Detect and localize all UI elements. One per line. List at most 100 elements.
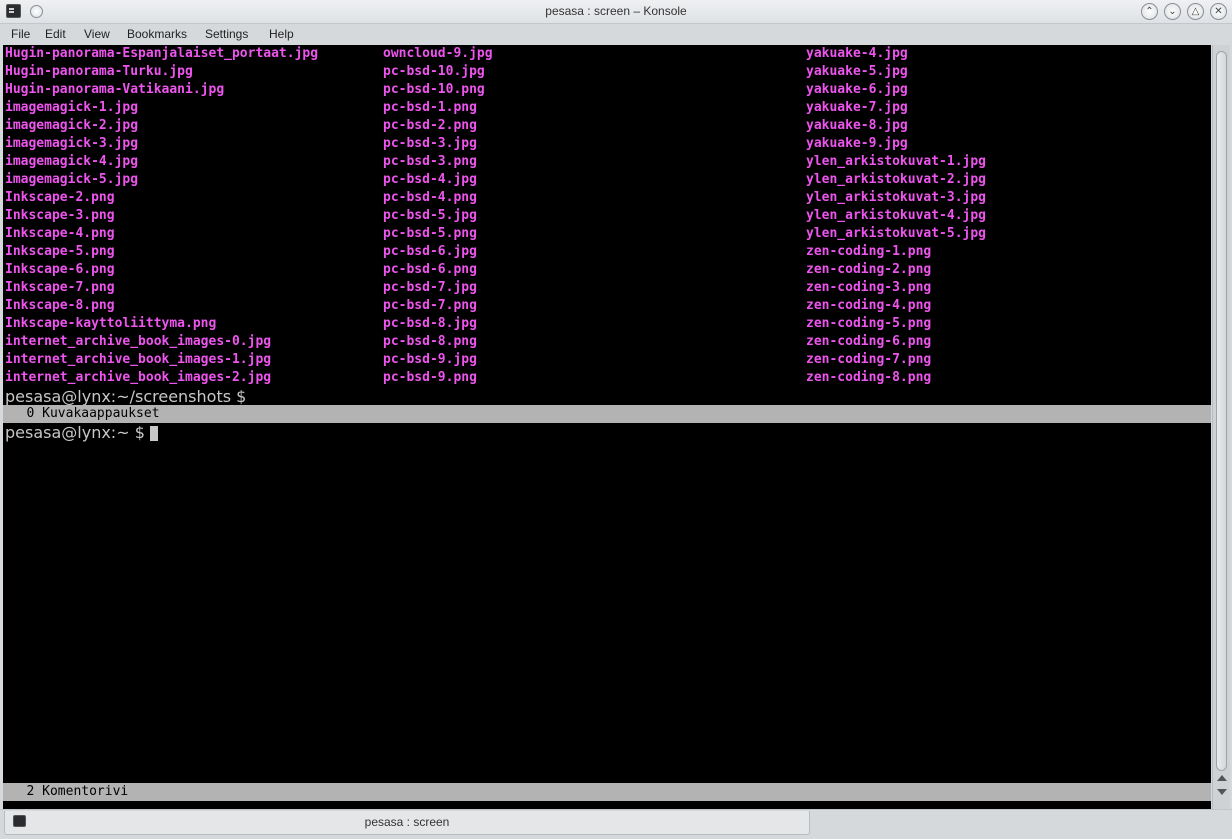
file-name: Inkscape-7.png xyxy=(5,280,115,295)
file-name: zen-coding-2.png xyxy=(806,262,932,277)
file-row: imagemagick-2.jpg pc-bsd-2.png yakuake-8.j… xyxy=(5,117,1211,135)
file-name: pc-bsd-3.png xyxy=(383,154,477,169)
menu-bookmarks[interactable]: Bookmarks xyxy=(127,27,187,41)
file-name: Inkscape-5.png xyxy=(5,244,115,259)
file-name: yakuake-9.jpg xyxy=(806,136,908,151)
file-name: pc-bsd-6.png xyxy=(383,262,477,277)
terminal-scrollbar[interactable] xyxy=(1212,45,1230,809)
file-name: pc-bsd-4.jpg xyxy=(383,172,477,187)
file-row: imagemagick-1.jpg pc-bsd-1.png yakuake-7.j… xyxy=(5,99,1211,117)
file-name: yakuake-6.jpg xyxy=(806,82,908,97)
prompt-home: pesasa@lynx:~ $ xyxy=(5,423,150,442)
file-row: Hugin-panorama-Espanjalaiset_portaat.jpg… xyxy=(5,45,1211,63)
menu-help[interactable]: Help xyxy=(269,27,294,41)
file-name: pc-bsd-3.jpg xyxy=(383,136,477,151)
window-title: pesasa : screen – Konsole xyxy=(545,4,687,18)
file-name: Hugin-panorama-Vatikaani.jpg xyxy=(5,82,225,97)
file-row: internet_archive_book_images-1.jpg pc-bsd… xyxy=(5,351,1211,369)
file-name: Inkscape-8.png xyxy=(5,298,115,313)
file-name: zen-coding-4.png xyxy=(806,298,932,313)
file-name: yakuake-5.jpg xyxy=(806,64,908,79)
menu-view[interactable]: View xyxy=(84,27,110,41)
file-name: pc-bsd-5.png xyxy=(383,226,477,241)
maximize-icon[interactable]: △ xyxy=(1187,3,1204,20)
menu-edit[interactable]: Edit xyxy=(45,27,66,41)
file-name: imagemagick-3.jpg xyxy=(5,136,139,151)
file-row: Inkscape-2.png pc-bsd-4.png ylen_arkistoku… xyxy=(5,189,1211,207)
scroll-down-icon[interactable] xyxy=(1217,789,1227,795)
menu-file[interactable]: File xyxy=(11,27,30,41)
file-row: Inkscape-4.png pc-bsd-5.png ylen_arkistoku… xyxy=(5,225,1211,243)
screen-window-bar-top: 0 Kuvakaappaukset xyxy=(3,405,1211,423)
file-row: imagemagick-5.jpg pc-bsd-4.jpg ylen_arkist… xyxy=(5,171,1211,189)
tab-label: pesasa : screen xyxy=(364,815,450,829)
file-row: Inkscape-8.png pc-bsd-7.png zen-coding-4.p… xyxy=(5,297,1211,315)
file-name: yakuake-8.jpg xyxy=(806,118,908,133)
file-row: Inkscape-7.png pc-bsd-7.jpg zen-coding-3.p… xyxy=(5,279,1211,297)
file-row: Inkscape-5.png pc-bsd-6.jpg zen-coding-1.p… xyxy=(5,243,1211,261)
file-name: ylen_arkistokuvat-2.jpg xyxy=(806,172,987,187)
file-name: imagemagick-2.jpg xyxy=(5,118,139,133)
file-name: pc-bsd-10.jpg xyxy=(383,64,485,79)
file-row: Hugin-panorama-Turku.jpg pc-bsd-10.jpg yak… xyxy=(5,63,1211,81)
file-name: owncloud-9.jpg xyxy=(383,46,493,61)
menu-settings[interactable]: Settings xyxy=(205,27,248,41)
file-name: ylen_arkistokuvat-4.jpg xyxy=(806,208,987,223)
file-name: zen-coding-1.png xyxy=(806,244,932,259)
file-name: imagemagick-4.jpg xyxy=(5,154,139,169)
file-name: pc-bsd-1.png xyxy=(383,100,477,115)
file-row: imagemagick-4.jpg pc-bsd-3.png ylen_arkist… xyxy=(5,153,1211,171)
file-name: Inkscape-kayttoliittyma.png xyxy=(5,316,217,331)
file-name: Hugin-panorama-Espanjalaiset_portaat.jpg xyxy=(5,46,319,61)
file-row: internet_archive_book_images-2.jpg pc-bsd… xyxy=(5,369,1211,387)
file-row: Inkscape-6.png pc-bsd-6.png zen-coding-2.p… xyxy=(5,261,1211,279)
file-name: pc-bsd-9.png xyxy=(383,370,477,385)
file-row: Inkscape-kayttoliittyma.png pc-bsd-8.jpg z… xyxy=(5,315,1211,333)
file-name: Inkscape-6.png xyxy=(5,262,115,277)
file-name: yakuake-7.jpg xyxy=(806,100,908,115)
keep-above-icon[interactable]: ⌃ xyxy=(1141,3,1158,20)
file-name: pc-bsd-2.png xyxy=(383,118,477,133)
file-name: pc-bsd-8.jpg xyxy=(383,316,477,331)
minimize-icon[interactable]: ⌄ xyxy=(1164,3,1181,20)
file-name: zen-coding-8.png xyxy=(806,370,932,385)
file-name: Inkscape-4.png xyxy=(5,226,115,241)
file-name: yakuake-4.jpg xyxy=(806,46,908,61)
file-name: zen-coding-3.png xyxy=(806,280,932,295)
file-name: Inkscape-3.png xyxy=(5,208,115,223)
text-cursor xyxy=(149,426,158,441)
file-name: pc-bsd-5.jpg xyxy=(383,208,477,223)
file-name: ylen_arkistokuvat-3.jpg xyxy=(806,190,987,205)
file-name: pc-bsd-10.png xyxy=(383,82,485,97)
file-row: Inkscape-3.png pc-bsd-5.jpg ylen_arkistoku… xyxy=(5,207,1211,225)
scroll-thumb[interactable] xyxy=(1216,51,1227,771)
tab-bar: pesasa : screen xyxy=(0,809,1232,839)
file-name: ylen_arkistokuvat-5.jpg xyxy=(806,226,987,241)
file-name: pc-bsd-8.png xyxy=(383,334,477,349)
file-name: pc-bsd-9.jpg xyxy=(383,352,477,367)
file-name: pc-bsd-7.jpg xyxy=(383,280,477,295)
file-name: pc-bsd-6.jpg xyxy=(383,244,477,259)
file-name: ylen_arkistokuvat-1.jpg xyxy=(806,154,987,169)
file-name: internet_archive_book_images-0.jpg xyxy=(5,334,272,349)
prompt-screenshots: pesasa@lynx:~/screenshots $ xyxy=(5,387,247,406)
prompt-line[interactable]: pesasa@lynx:~ $ xyxy=(5,423,158,442)
menu-bar: File Edit View Bookmarks Settings Help xyxy=(0,24,1232,45)
file-name: imagemagick-5.jpg xyxy=(5,172,139,187)
file-name: internet_archive_book_images-1.jpg xyxy=(5,352,272,367)
window-titlebar[interactable]: pesasa : screen – Konsole ⌃ ⌄ △ ✕ xyxy=(0,0,1232,24)
file-row: imagemagick-3.jpg pc-bsd-3.jpg yakuake-9.j… xyxy=(5,135,1211,153)
tab-session[interactable]: pesasa : screen xyxy=(4,811,810,835)
file-name: zen-coding-6.png xyxy=(806,334,932,349)
file-row: Hugin-panorama-Vatikaani.jpg pc-bsd-10.pn… xyxy=(5,81,1211,99)
file-name: internet_archive_book_images-2.jpg xyxy=(5,370,272,385)
file-name: pc-bsd-7.png xyxy=(383,298,477,313)
terminal-view[interactable]: Hugin-panorama-Espanjalaiset_portaat.jpg… xyxy=(3,45,1211,809)
file-name: zen-coding-5.png xyxy=(806,316,932,331)
file-name: Inkscape-2.png xyxy=(5,190,115,205)
screen-window-bar-bottom: 2 Komentorivi xyxy=(3,783,1211,801)
close-icon[interactable]: ✕ xyxy=(1210,3,1227,20)
file-row: internet_archive_book_images-0.jpg pc-bsd… xyxy=(5,333,1211,351)
file-name: imagemagick-1.jpg xyxy=(5,100,139,115)
scroll-up-icon[interactable] xyxy=(1217,775,1227,781)
